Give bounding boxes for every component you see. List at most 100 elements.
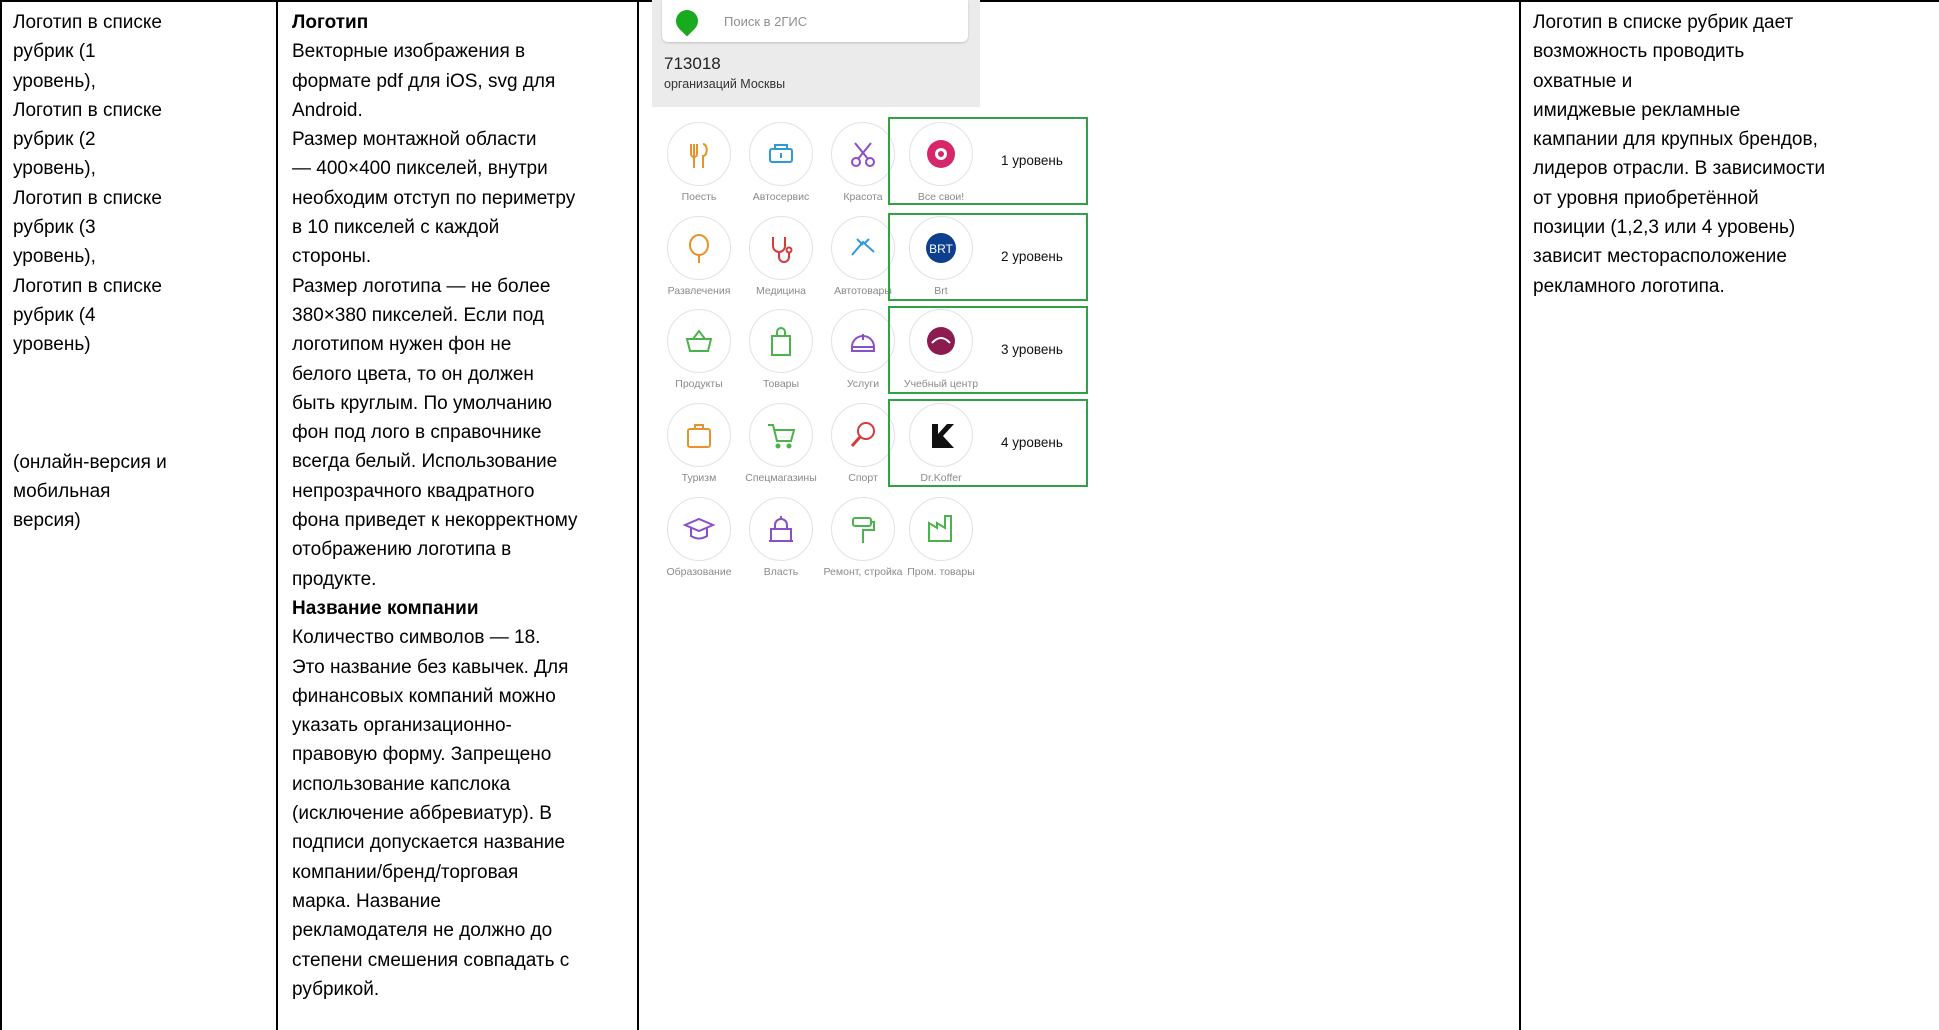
text-line: продукте. <box>292 568 377 590</box>
fork-knife-icon <box>667 122 731 186</box>
organization-count: 713018 <box>664 54 721 73</box>
search-placeholder: Поиск в 2ГИС <box>724 14 808 29</box>
search-input[interactable]: Поиск в 2ГИС <box>662 0 968 42</box>
balloon-icon <box>667 216 731 280</box>
text-line: непрозрачного квадратного <box>292 480 535 502</box>
text-line: отображению логотипа в <box>292 539 512 561</box>
text-line: возможность проводить <box>1533 41 1745 63</box>
rubric-tile[interactable]: Пром. товары <box>900 497 982 578</box>
rubric-tile[interactable]: Поесть <box>658 122 740 203</box>
text-line: мобильная <box>13 480 111 502</box>
text-line: — 400×400 пикселей, внутри <box>292 158 548 180</box>
text-line: Это название без кавычек. Для <box>292 656 569 678</box>
graduation-cap-icon <box>667 497 731 561</box>
rubric-label: Автосервис <box>752 191 810 203</box>
text-line: от уровня приобретённой <box>1533 187 1759 209</box>
helmet-icon <box>831 309 895 373</box>
text-line: марка. Название <box>292 890 441 912</box>
text-line: всегда белый. Использование <box>292 451 558 473</box>
scissors-icon <box>831 122 895 186</box>
2gis-pin-icon <box>671 5 703 37</box>
text-line: правовую форму. Запрещено <box>292 744 552 766</box>
text-line: кампании для крупных брендов, <box>1533 129 1818 151</box>
government-building-icon <box>749 497 813 561</box>
organization-subtitle: организаций Москвы <box>664 77 786 91</box>
level-label: 2 уровень <box>1001 249 1063 264</box>
rubric-tile[interactable]: Туризм <box>658 403 740 484</box>
rubric-label: Поесть <box>681 191 717 203</box>
text-line: (онлайн-версия и <box>13 451 167 473</box>
cart-icon <box>749 403 813 467</box>
requirements-cell: Логотип Векторные изображения в формате pd… <box>292 8 632 1004</box>
text-line: рекламодателя не должно до <box>292 920 553 942</box>
rubric-tile[interactable]: Спецмагазины <box>740 403 822 484</box>
suitcase-icon <box>667 403 731 467</box>
logo-heading: Логотип <box>292 12 369 33</box>
text-line: указать организационно- <box>292 715 512 737</box>
rubric-label: Власть <box>763 566 799 578</box>
text-line: степени смешения совпадать с <box>292 949 570 971</box>
rubric-label: Товары <box>762 378 800 390</box>
column-divider-1 <box>276 0 278 1030</box>
description-cell: Логотип в списке рубрик дает возможность … <box>1533 8 1933 301</box>
text-line: Количество символов — 18. <box>292 627 541 649</box>
text-line: компании/бренд/торговая <box>292 861 519 883</box>
car-parts-icon <box>831 216 895 280</box>
text-line: Логотип в списке рубрик дает <box>1533 12 1794 33</box>
text-line: Логотип в списке <box>13 275 162 297</box>
rubric-tile[interactable]: Ремонт, стройка <box>822 497 904 578</box>
text-line: рубрик (3 <box>13 217 96 239</box>
rubric-label: Ремонт, стройка <box>823 566 903 578</box>
text-line: имиджевые рекламные <box>1533 99 1741 121</box>
text-line: белого цвета, то он должен <box>292 363 534 385</box>
text-line: рубрик (4 <box>13 304 96 326</box>
placement-cell: Логотип в списке рубрик (1 уровень), Логоти… <box>13 8 273 535</box>
text-line: рубрикой. <box>292 978 380 1000</box>
text-line: Android. <box>292 99 363 121</box>
rubric-tile[interactable]: Образование <box>658 497 740 578</box>
rubric-tile[interactable]: Власть <box>740 497 822 578</box>
text-line: Размер логотипа — не более <box>292 275 551 297</box>
rubric-label: Туризм <box>681 472 717 484</box>
text-line: 380×380 пикселей. Если под <box>292 304 544 326</box>
text-line: зависит месторасположение <box>1533 246 1787 268</box>
stethoscope-icon <box>749 216 813 280</box>
rubric-label: Продукты <box>675 378 723 390</box>
rubric-tile[interactable]: Товары <box>740 309 822 390</box>
text-line: финансовых компаний можно <box>292 685 556 707</box>
engine-icon <box>749 122 813 186</box>
rubric-label: Спецмагазины <box>745 472 817 484</box>
basket-icon <box>667 309 731 373</box>
text-line: стороны. <box>292 246 372 268</box>
rubric-tile[interactable]: Развлечения <box>658 216 740 297</box>
text-line: позиции (1,2,3 или 4 уровень) <box>1533 217 1796 239</box>
text-line: рубрик (1 <box>13 41 96 63</box>
rubric-tile[interactable]: Автосервис <box>740 122 822 203</box>
rubric-tile[interactable]: Медицина <box>740 216 822 297</box>
text-line: Логотип в списке <box>13 187 162 209</box>
text-line: рубрик (2 <box>13 129 96 151</box>
rubric-label: Развлечения <box>667 285 731 297</box>
text-line: фон под лого в справочнике <box>292 422 542 444</box>
level-label: 3 уровень <box>1001 342 1063 357</box>
rubric-label: Образование <box>666 566 732 578</box>
rubric-label: Пром. товары <box>907 566 975 578</box>
text-line: в 10 пикселей с каждой <box>292 217 500 239</box>
text-line: уровень) <box>13 334 91 356</box>
text-line: рекламного логотипа. <box>1533 275 1725 297</box>
rubric-tile[interactable]: Продукты <box>658 309 740 390</box>
text-line: Логотип в списке <box>13 12 162 33</box>
level-label: 1 уровень <box>1001 153 1063 168</box>
company-name-heading: Название компании <box>292 597 479 619</box>
column-divider-2 <box>637 0 639 1030</box>
shopping-bag-icon <box>749 309 813 373</box>
text-line: уровень), <box>13 158 96 180</box>
text-line: Размер монтажной области <box>292 129 537 151</box>
text-line: Логотип в списке <box>13 99 162 121</box>
text-line: формате pdf для iOS, svg для <box>292 70 556 92</box>
text-line: быть круглым. По умолчанию <box>292 392 552 414</box>
text-line: охватные и <box>1533 70 1633 92</box>
text-line: фона приведет к некорректному <box>292 510 578 532</box>
ping-pong-icon <box>831 403 895 467</box>
